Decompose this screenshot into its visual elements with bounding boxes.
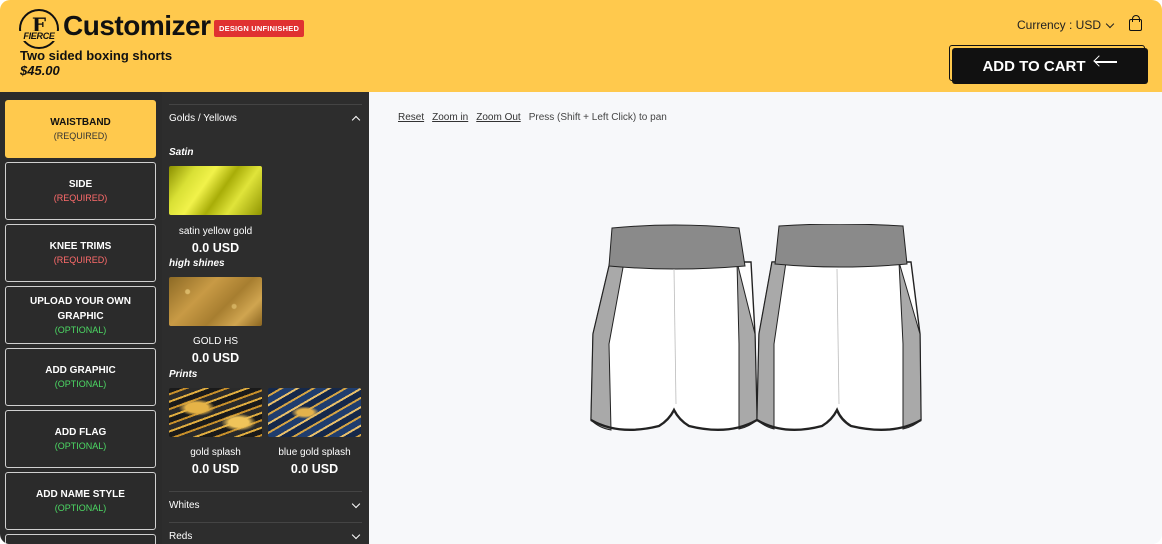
group-label: Whites bbox=[169, 500, 200, 511]
currency-label: Currency : USD bbox=[1017, 18, 1102, 32]
chevron-down-icon bbox=[351, 499, 361, 509]
group-label: Golds / Yellows bbox=[169, 113, 237, 124]
design-status-badge: DESIGN UNFINISHED bbox=[214, 20, 305, 37]
step-name: ADD GRAPHIC bbox=[45, 365, 116, 376]
page-title: Customizer bbox=[63, 10, 211, 41]
add-to-cart-button[interactable]: ADD TO CART bbox=[952, 48, 1148, 84]
swatch-price: 0.0 USD bbox=[290, 462, 339, 476]
step-name: ADD FLAG bbox=[54, 427, 107, 438]
swatch-price: 0.0 USD bbox=[191, 462, 240, 476]
reset-link[interactable]: Reset bbox=[398, 112, 424, 123]
step-add-flag[interactable]: ADD FLAG (OPTIONAL) bbox=[5, 410, 156, 468]
step-status: (OPTIONAL) bbox=[54, 324, 107, 335]
chevron-down-icon bbox=[351, 530, 361, 540]
arrow-left-icon bbox=[1094, 56, 1118, 68]
zoom-out-link[interactable]: Zoom Out bbox=[476, 112, 520, 123]
divider bbox=[169, 491, 362, 492]
step-status: (REQUIRED) bbox=[53, 255, 108, 265]
chevron-up-icon bbox=[351, 115, 361, 125]
zoom-in-link[interactable]: Zoom in bbox=[432, 112, 468, 123]
shorts-preview[interactable] bbox=[589, 224, 925, 438]
product-price: $45.00 bbox=[20, 63, 60, 78]
pan-hint: Press (Shift + Left Click) to pan bbox=[528, 112, 667, 123]
step-waistband[interactable]: WAISTBAND (REQUIRED) bbox=[5, 100, 156, 158]
swatch-blue-gold-splash[interactable] bbox=[268, 388, 361, 437]
step-sidebar: WAISTBAND (REQUIRED) SIDE (REQUIRED) KNE… bbox=[0, 92, 162, 544]
step-add-graphic[interactable]: ADD GRAPHIC (OPTIONAL) bbox=[5, 348, 156, 406]
logo-wordmark: FIERCE bbox=[19, 31, 59, 41]
step-next-partial[interactable] bbox=[5, 534, 156, 544]
chevron-down-icon bbox=[1105, 19, 1115, 28]
material-palette: Golds / Yellows Satin satin yellow gold … bbox=[162, 92, 369, 544]
category-satin: Satin bbox=[169, 147, 194, 158]
currency-selector[interactable]: Currency : USD bbox=[1017, 18, 1115, 32]
step-add-name-style[interactable]: ADD NAME STYLE (OPTIONAL) bbox=[5, 472, 156, 530]
shopping-bag-icon[interactable] bbox=[1129, 15, 1142, 31]
shorts-front[interactable] bbox=[590, 224, 758, 431]
customizer-app: F FIERCE Customizer DESIGN UNFINISHED Tw… bbox=[0, 0, 1162, 544]
step-status: (REQUIRED) bbox=[53, 131, 108, 141]
swatch-gold-splash[interactable] bbox=[169, 388, 262, 437]
step-status: (OPTIONAL) bbox=[54, 379, 107, 389]
swatch-name: gold splash bbox=[190, 447, 241, 458]
step-name: ADD NAME STYLE bbox=[36, 489, 125, 500]
step-side[interactable]: SIDE (REQUIRED) bbox=[5, 162, 156, 220]
design-canvas[interactable]: Reset Zoom in Zoom Out Press (Shift + Le… bbox=[369, 92, 1162, 544]
swatch-price: 0.0 USD bbox=[191, 241, 240, 255]
step-status: (OPTIONAL) bbox=[54, 441, 107, 451]
step-status: (OPTIONAL) bbox=[54, 503, 107, 513]
divider bbox=[169, 104, 362, 105]
category-prints: Prints bbox=[169, 369, 198, 380]
group-golds-yellows[interactable]: Golds / Yellows bbox=[169, 113, 362, 125]
step-knee-trims[interactable]: KNEE TRIMS (REQUIRED) bbox=[5, 224, 156, 282]
group-label: Reds bbox=[169, 531, 193, 542]
divider bbox=[169, 522, 362, 523]
header: F FIERCE Customizer DESIGN UNFINISHED Tw… bbox=[0, 0, 1162, 92]
swatch-name: satin yellow gold bbox=[178, 226, 253, 237]
step-upload-graphic[interactable]: UPLOAD YOUR OWN GRAPHIC (OPTIONAL) bbox=[5, 286, 156, 344]
shorts-back[interactable] bbox=[756, 224, 922, 431]
swatch-gold-hs[interactable] bbox=[169, 277, 262, 326]
step-name: KNEE TRIMS bbox=[49, 241, 112, 252]
step-name: UPLOAD YOUR OWN GRAPHIC bbox=[30, 295, 131, 322]
swatch-satin-yellow-gold[interactable] bbox=[169, 166, 262, 215]
canvas-toolbar: Reset Zoom in Zoom Out Press (Shift + Le… bbox=[398, 112, 667, 123]
group-reds[interactable]: Reds bbox=[169, 530, 362, 542]
brand-logo[interactable]: F FIERCE bbox=[19, 9, 59, 49]
step-status: (REQUIRED) bbox=[53, 193, 108, 203]
swatch-name: blue gold splash bbox=[278, 447, 351, 458]
swatch-name: GOLD HS bbox=[192, 336, 238, 347]
product-name: Two sided boxing shorts bbox=[20, 48, 173, 63]
step-name: WAISTBAND bbox=[50, 117, 111, 128]
group-whites[interactable]: Whites bbox=[169, 499, 362, 511]
add-to-cart-label: ADD TO CART bbox=[982, 57, 1086, 75]
swatch-price: 0.0 USD bbox=[191, 351, 240, 365]
category-high-shines: high shines bbox=[169, 258, 225, 269]
step-name: SIDE bbox=[68, 179, 93, 190]
